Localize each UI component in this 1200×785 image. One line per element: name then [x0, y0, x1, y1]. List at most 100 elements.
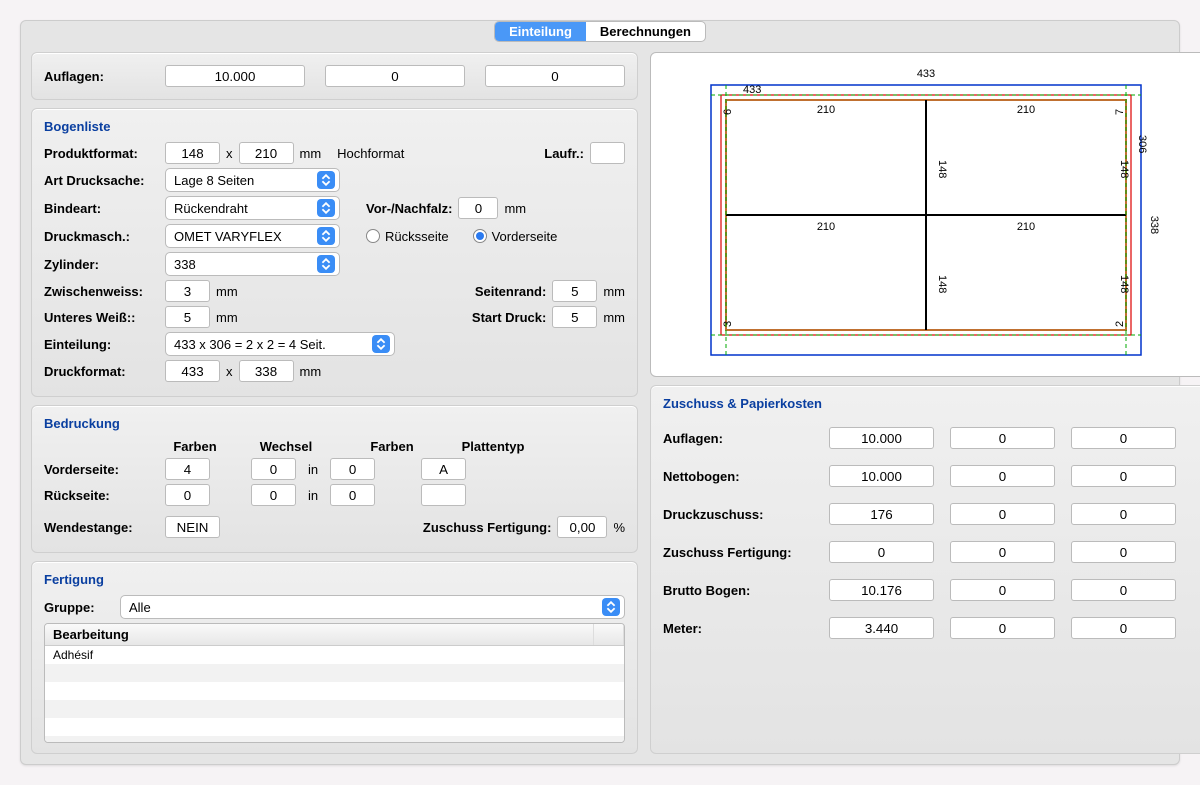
- druckmasch-select[interactable]: OMET VARYFLEX: [165, 224, 340, 248]
- zuschuss-val-c[interactable]: [1071, 541, 1176, 563]
- in-label: in: [308, 488, 318, 503]
- dim-col1-w: 210: [817, 104, 835, 116]
- dim-col1b-w: 210: [817, 221, 835, 233]
- vorder-farben[interactable]: [165, 458, 210, 480]
- druckmasch-select-value: OMET VARYFLEX: [174, 229, 282, 244]
- zuschuss-val-c[interactable]: [1071, 465, 1176, 487]
- zuschuss-val-b[interactable]: [950, 541, 1055, 563]
- rueck-platte[interactable]: [421, 484, 466, 506]
- startdruck-input[interactable]: [552, 306, 597, 328]
- dim-col2b-w: 210: [1017, 221, 1035, 233]
- auflagen-input-3[interactable]: [485, 65, 625, 87]
- rueckseite-label: Rückseite:: [44, 488, 159, 503]
- ruecksseite-radio-label: Rücksseite: [385, 229, 449, 244]
- zuschuss-val-a[interactable]: [829, 427, 934, 449]
- zuschuss-fertigung-input[interactable]: [557, 516, 607, 538]
- svg-text:3: 3: [722, 320, 734, 326]
- art-select-value: Lage 8 Seiten: [174, 173, 254, 188]
- seitenrand-input[interactable]: [552, 280, 597, 302]
- produktformat-height[interactable]: [239, 142, 294, 164]
- art-select[interactable]: Lage 8 Seiten: [165, 168, 340, 192]
- zuschuss-val-a[interactable]: [829, 579, 934, 601]
- zylinder-select[interactable]: 338: [165, 252, 340, 276]
- dim-r1-h: 148: [936, 160, 948, 178]
- zuschuss-val-b[interactable]: [950, 579, 1055, 601]
- zuschuss-val-a[interactable]: [829, 465, 934, 487]
- percent-label: %: [613, 520, 625, 535]
- gruppe-select[interactable]: Alle: [120, 595, 625, 619]
- produktformat-width[interactable]: [165, 142, 220, 164]
- dim-outer-w: 433: [917, 68, 935, 80]
- dim-r1b-h: 148: [1118, 160, 1130, 178]
- zuschuss-val-a[interactable]: [829, 617, 934, 639]
- auflagen-input-1[interactable]: [165, 65, 305, 87]
- bedruckung-title: Bedruckung: [44, 416, 625, 431]
- wendestange-input[interactable]: [165, 516, 220, 538]
- zuschuss-val-a[interactable]: [829, 503, 934, 525]
- vorderseite-label: Vorderseite:: [44, 462, 159, 477]
- dim-inner-h: 306: [1136, 135, 1148, 153]
- zuschuss-val-b[interactable]: [950, 503, 1055, 525]
- mm-label: mm: [603, 310, 625, 325]
- zuschuss-val-c[interactable]: [1071, 503, 1176, 525]
- list-item[interactable]: [45, 718, 624, 736]
- vorder-farben2[interactable]: [330, 458, 375, 480]
- zuschuss-row-label: Zuschuss Fertigung:: [663, 545, 813, 560]
- ruecksseite-radio[interactable]: Rücksseite: [366, 229, 449, 244]
- list-header-spacer: [594, 624, 624, 645]
- list-item[interactable]: [45, 736, 624, 743]
- vornachfalz-label: Vor-/Nachfalz:: [366, 201, 452, 216]
- druckformat-height[interactable]: [239, 360, 294, 382]
- tab-berechnungen[interactable]: Berechnungen: [586, 22, 705, 41]
- vorder-wechsel[interactable]: [251, 458, 296, 480]
- svg-text:7: 7: [1114, 108, 1126, 114]
- laufr-input[interactable]: [590, 142, 625, 164]
- chevron-updown-icon: [372, 335, 390, 353]
- bearbeitung-list[interactable]: Bearbeitung Adhésif: [44, 623, 625, 743]
- wendestange-label: Wendestange:: [44, 520, 159, 535]
- radio-icon: [473, 229, 487, 243]
- mm-label: mm: [300, 146, 322, 161]
- einteilung-label: Einteilung:: [44, 337, 159, 352]
- startdruck-label: Start Druck:: [472, 310, 546, 325]
- zuschuss-val-b[interactable]: [950, 617, 1055, 639]
- zwischenweiss-input[interactable]: [165, 280, 210, 302]
- rueck-farben[interactable]: [165, 484, 210, 506]
- zuschuss-val-b[interactable]: [950, 427, 1055, 449]
- vorder-platte[interactable]: [421, 458, 466, 480]
- art-label: Art Drucksache:: [44, 173, 159, 188]
- vornachfalz-input[interactable]: [458, 197, 498, 219]
- chevron-updown-icon: [317, 199, 335, 217]
- list-item[interactable]: [45, 700, 624, 718]
- bogenliste-title: Bogenliste: [44, 119, 625, 134]
- bindeart-select[interactable]: Rückendraht: [165, 196, 340, 220]
- einteilung-select[interactable]: 433 x 306 = 2 x 2 = 4 Seit.: [165, 332, 395, 356]
- svg-text:2: 2: [1114, 320, 1126, 326]
- rueck-farben2[interactable]: [330, 484, 375, 506]
- list-item[interactable]: [45, 664, 624, 682]
- seitenrand-label: Seitenrand:: [475, 284, 547, 299]
- in-label: in: [308, 462, 318, 477]
- list-item[interactable]: [45, 682, 624, 700]
- imposition-preview: 433 338 433 306 2: [650, 52, 1200, 377]
- tab-einteilung[interactable]: Einteilung: [495, 22, 586, 41]
- zuschuss-val-a[interactable]: [829, 541, 934, 563]
- zuschuss-val-c[interactable]: [1071, 617, 1176, 639]
- zuschuss-val-c[interactable]: [1071, 579, 1176, 601]
- auflagen-input-2[interactable]: [325, 65, 465, 87]
- druckformat-width[interactable]: [165, 360, 220, 382]
- bindeart-select-value: Rückendraht: [174, 201, 248, 216]
- zuschuss-row-label: Druckzuschuss:: [663, 507, 813, 522]
- list-item[interactable]: Adhésif: [45, 646, 624, 664]
- farben-header: Farben: [165, 439, 225, 454]
- rueck-wechsel[interactable]: [251, 484, 296, 506]
- unteres-weiss-input[interactable]: [165, 306, 210, 328]
- druckmasch-label: Druckmasch.:: [44, 229, 159, 244]
- bindeart-label: Bindeart:: [44, 201, 159, 216]
- zuschuss-val-b[interactable]: [950, 465, 1055, 487]
- laufr-label: Laufr.:: [544, 146, 584, 161]
- vorderseite-radio[interactable]: Vorderseite: [473, 229, 558, 244]
- zuschuss-row-label: Meter:: [663, 621, 813, 636]
- chevron-updown-icon: [602, 598, 620, 616]
- zuschuss-val-c[interactable]: [1071, 427, 1176, 449]
